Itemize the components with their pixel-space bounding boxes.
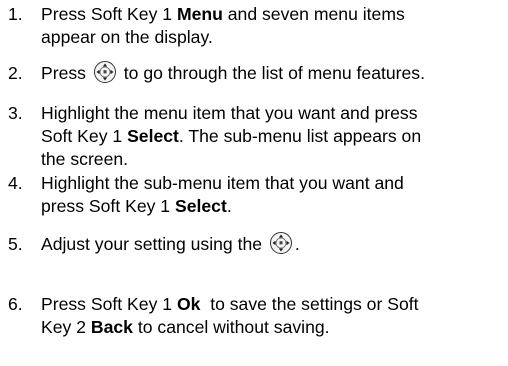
step-text: Highlight the menu item that you want an… xyxy=(41,102,504,171)
text-run: Press xyxy=(41,63,91,83)
step-text: Adjust your setting using the . xyxy=(41,231,504,256)
step-3: 3. Highlight the menu item that you want… xyxy=(0,102,504,171)
step-number: 6. xyxy=(8,294,23,314)
step-1: 1. Press Soft Key 1 Menu and seven menu … xyxy=(0,3,504,49)
step-line: Press to go through the list of menu fea… xyxy=(41,60,504,85)
instruction-list: 1. Press Soft Key 1 Menu and seven menu … xyxy=(0,0,508,366)
bold-term: Select xyxy=(174,196,227,216)
text-run: to go through the list of menu features. xyxy=(118,63,425,83)
text-run: Highlight the menu item that you want an… xyxy=(41,103,418,123)
step-6: 6. Press Soft Key 1 Ok to save the setti… xyxy=(0,293,504,339)
bold-term: Ok xyxy=(176,294,201,314)
step-text: Press Soft Key 1 Ok to save the settings… xyxy=(41,293,504,339)
step-number: 4. xyxy=(8,173,23,193)
step-4: 4. Highlight the sub-menu item that you … xyxy=(0,172,504,218)
step-line: appear on the display. xyxy=(41,26,504,49)
text-run: and seven menu items xyxy=(222,4,405,24)
bold-term: Menu xyxy=(176,4,223,24)
step-line: Adjust your setting using the . xyxy=(41,231,504,256)
text-run: Press Soft Key 1 xyxy=(41,4,177,24)
step-text: Highlight the sub-menu item that you wan… xyxy=(41,172,504,218)
step-line: press Soft Key 1 Select. xyxy=(41,195,504,218)
step-line: Press Soft Key 1 Ok to save the settings… xyxy=(41,293,504,316)
text-run: . xyxy=(226,196,232,216)
step-2: 2. Press to go through the list of menu … xyxy=(0,60,504,85)
step-line: Soft Key 1 Select. The sub-menu list app… xyxy=(41,125,504,148)
step-line: Highlight the sub-menu item that you wan… xyxy=(41,172,504,195)
step-text: Press to go through the list of menu fea… xyxy=(41,60,504,85)
step-number: 2. xyxy=(8,63,23,83)
text-run: Soft Key 1 xyxy=(41,126,128,146)
step-line: Press Soft Key 1 Menu and seven menu ite… xyxy=(41,3,504,26)
text-run: . xyxy=(294,234,300,254)
step-number: 5. xyxy=(8,234,23,254)
text-run: Key 2 xyxy=(41,317,91,337)
text-run: to save the settings or Soft xyxy=(200,294,419,314)
step-line: the screen. xyxy=(41,148,504,171)
text-run: Press Soft Key 1 xyxy=(41,294,177,314)
step-line: Key 2 Back to cancel without saving. xyxy=(41,316,504,339)
text-run: to cancel without saving. xyxy=(132,317,330,337)
step-number: 1. xyxy=(8,4,23,24)
text-run: appear on the display. xyxy=(41,27,213,47)
step-line: Highlight the menu item that you want an… xyxy=(41,102,504,125)
text-run: the screen. xyxy=(41,149,129,169)
bold-term: Back xyxy=(90,317,133,337)
bold-term: Select xyxy=(127,126,179,146)
text-run: Highlight the sub-menu item that you wan… xyxy=(41,173,404,193)
navigation-key-icon xyxy=(269,231,293,255)
text-run: Adjust your setting using the xyxy=(41,234,267,254)
step-text: Press Soft Key 1 Menu and seven menu ite… xyxy=(41,3,504,49)
step-number: 3. xyxy=(8,103,23,123)
navigation-key-icon xyxy=(93,60,117,84)
text-run: press Soft Key 1 xyxy=(41,196,175,216)
step-5: 5. Adjust your setting using the . xyxy=(0,231,504,256)
text-run: . The sub-menu list appears on xyxy=(178,126,422,146)
